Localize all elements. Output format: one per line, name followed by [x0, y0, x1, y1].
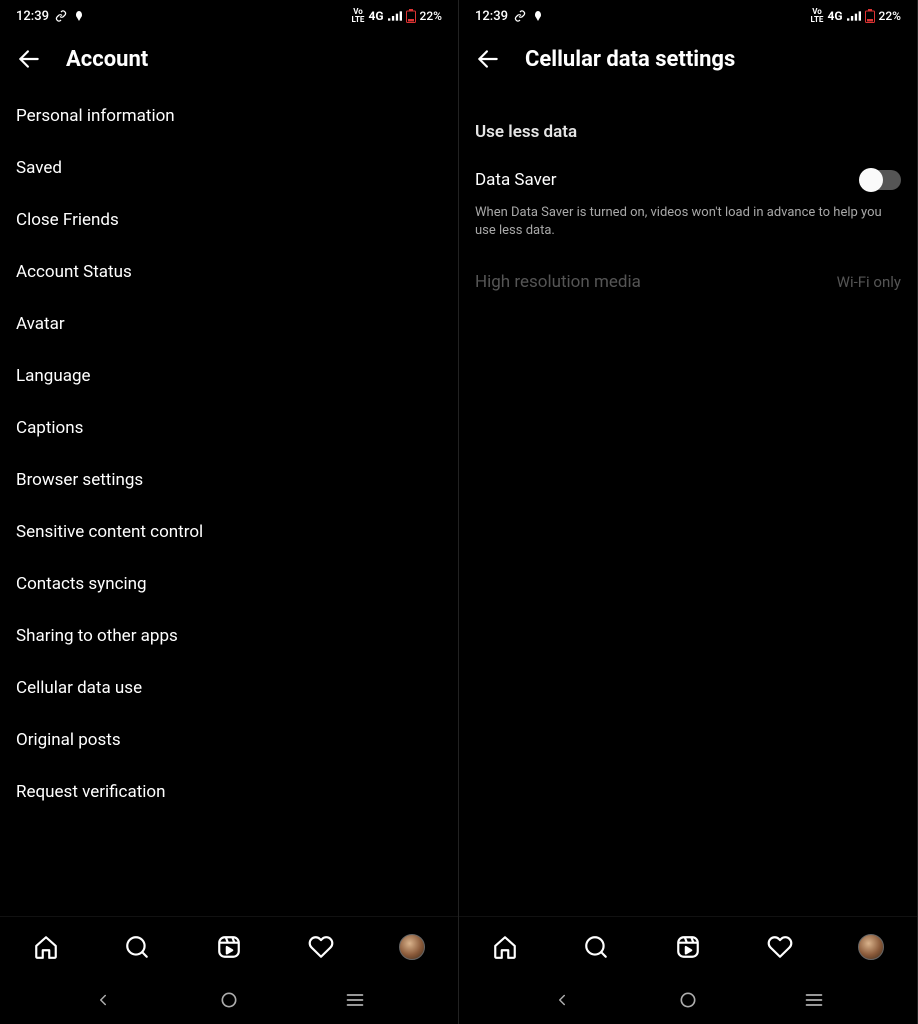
- network-type: 4G: [827, 9, 842, 23]
- screen-cellular: 12:39 VoLTE 4G 22% Cellular data setting…: [459, 0, 918, 1024]
- item-saved[interactable]: Saved: [16, 142, 442, 194]
- data-saver-toggle[interactable]: [861, 170, 901, 190]
- nav-home[interactable]: [24, 925, 68, 969]
- nav-profile[interactable]: [849, 925, 893, 969]
- header: Account: [0, 32, 458, 90]
- network-type: 4G: [368, 9, 383, 23]
- nav-search[interactable]: [115, 925, 159, 969]
- link-icon: [55, 10, 67, 22]
- status-bar: 12:39 VoLTE 4G 22%: [459, 0, 917, 32]
- page-title: Cellular data settings: [525, 47, 735, 72]
- item-close-friends[interactable]: Close Friends: [16, 194, 442, 246]
- nav-reels[interactable]: [666, 925, 710, 969]
- sys-recent[interactable]: [792, 978, 836, 1022]
- cellular-content: Use less data Data Saver When Data Saver…: [459, 90, 917, 916]
- nav-profile[interactable]: [390, 925, 434, 969]
- sys-back[interactable]: [540, 978, 584, 1022]
- bottom-nav: [459, 916, 917, 976]
- item-personal-information[interactable]: Personal information: [16, 90, 442, 142]
- battery-icon: [865, 9, 875, 23]
- status-time: 12:39: [16, 9, 49, 24]
- rocket-icon: [532, 10, 544, 22]
- status-time: 12:39: [475, 9, 508, 24]
- toggle-knob: [859, 168, 883, 192]
- high-res-label: High resolution media: [475, 272, 641, 292]
- sys-recent[interactable]: [333, 978, 377, 1022]
- item-original-posts[interactable]: Original posts: [16, 714, 442, 766]
- back-button[interactable]: [475, 46, 501, 72]
- item-sensitive-content[interactable]: Sensitive content control: [16, 506, 442, 558]
- nav-home[interactable]: [483, 925, 527, 969]
- battery-percent: 22%: [420, 9, 442, 23]
- signal-icon: [847, 10, 861, 22]
- sys-back[interactable]: [81, 978, 125, 1022]
- item-account-status[interactable]: Account Status: [16, 246, 442, 298]
- data-saver-label: Data Saver: [475, 170, 557, 190]
- nav-search[interactable]: [574, 925, 618, 969]
- item-avatar[interactable]: Avatar: [16, 298, 442, 350]
- header: Cellular data settings: [459, 32, 917, 90]
- signal-icon: [388, 10, 402, 22]
- battery-percent: 22%: [879, 9, 901, 23]
- section-use-less-data: Use less data: [475, 90, 901, 162]
- screen-account: 12:39 VoLTE 4G 22% Account Personal: [0, 0, 459, 1024]
- system-nav: [459, 976, 917, 1024]
- item-browser-settings[interactable]: Browser settings: [16, 454, 442, 506]
- avatar: [858, 934, 884, 960]
- volte-indicator: VoLTE: [811, 8, 824, 24]
- high-res-value: Wi-Fi only: [837, 273, 901, 291]
- nav-reels[interactable]: [207, 925, 251, 969]
- data-saver-helper: When Data Saver is turned on, videos won…: [475, 200, 901, 258]
- bottom-nav: [0, 916, 458, 976]
- battery-icon: [406, 9, 416, 23]
- nav-activity[interactable]: [758, 925, 802, 969]
- link-icon: [514, 10, 526, 22]
- page-title: Account: [66, 47, 148, 72]
- sys-home[interactable]: [207, 978, 251, 1022]
- system-nav: [0, 976, 458, 1024]
- item-captions[interactable]: Captions: [16, 402, 442, 454]
- item-sharing-other-apps[interactable]: Sharing to other apps: [16, 610, 442, 662]
- high-res-row: High resolution media Wi-Fi only: [475, 258, 901, 306]
- item-request-verification[interactable]: Request verification: [16, 766, 442, 818]
- sys-home[interactable]: [666, 978, 710, 1022]
- data-saver-row[interactable]: Data Saver: [475, 162, 901, 200]
- back-button[interactable]: [16, 46, 42, 72]
- rocket-icon: [73, 10, 85, 22]
- item-contacts-syncing[interactable]: Contacts syncing: [16, 558, 442, 610]
- item-language[interactable]: Language: [16, 350, 442, 402]
- account-list: Personal information Saved Close Friends…: [0, 90, 458, 916]
- avatar: [399, 934, 425, 960]
- item-cellular-data-use[interactable]: Cellular data use: [16, 662, 442, 714]
- status-bar: 12:39 VoLTE 4G 22%: [0, 0, 458, 32]
- volte-indicator: VoLTE: [352, 8, 365, 24]
- nav-activity[interactable]: [299, 925, 343, 969]
